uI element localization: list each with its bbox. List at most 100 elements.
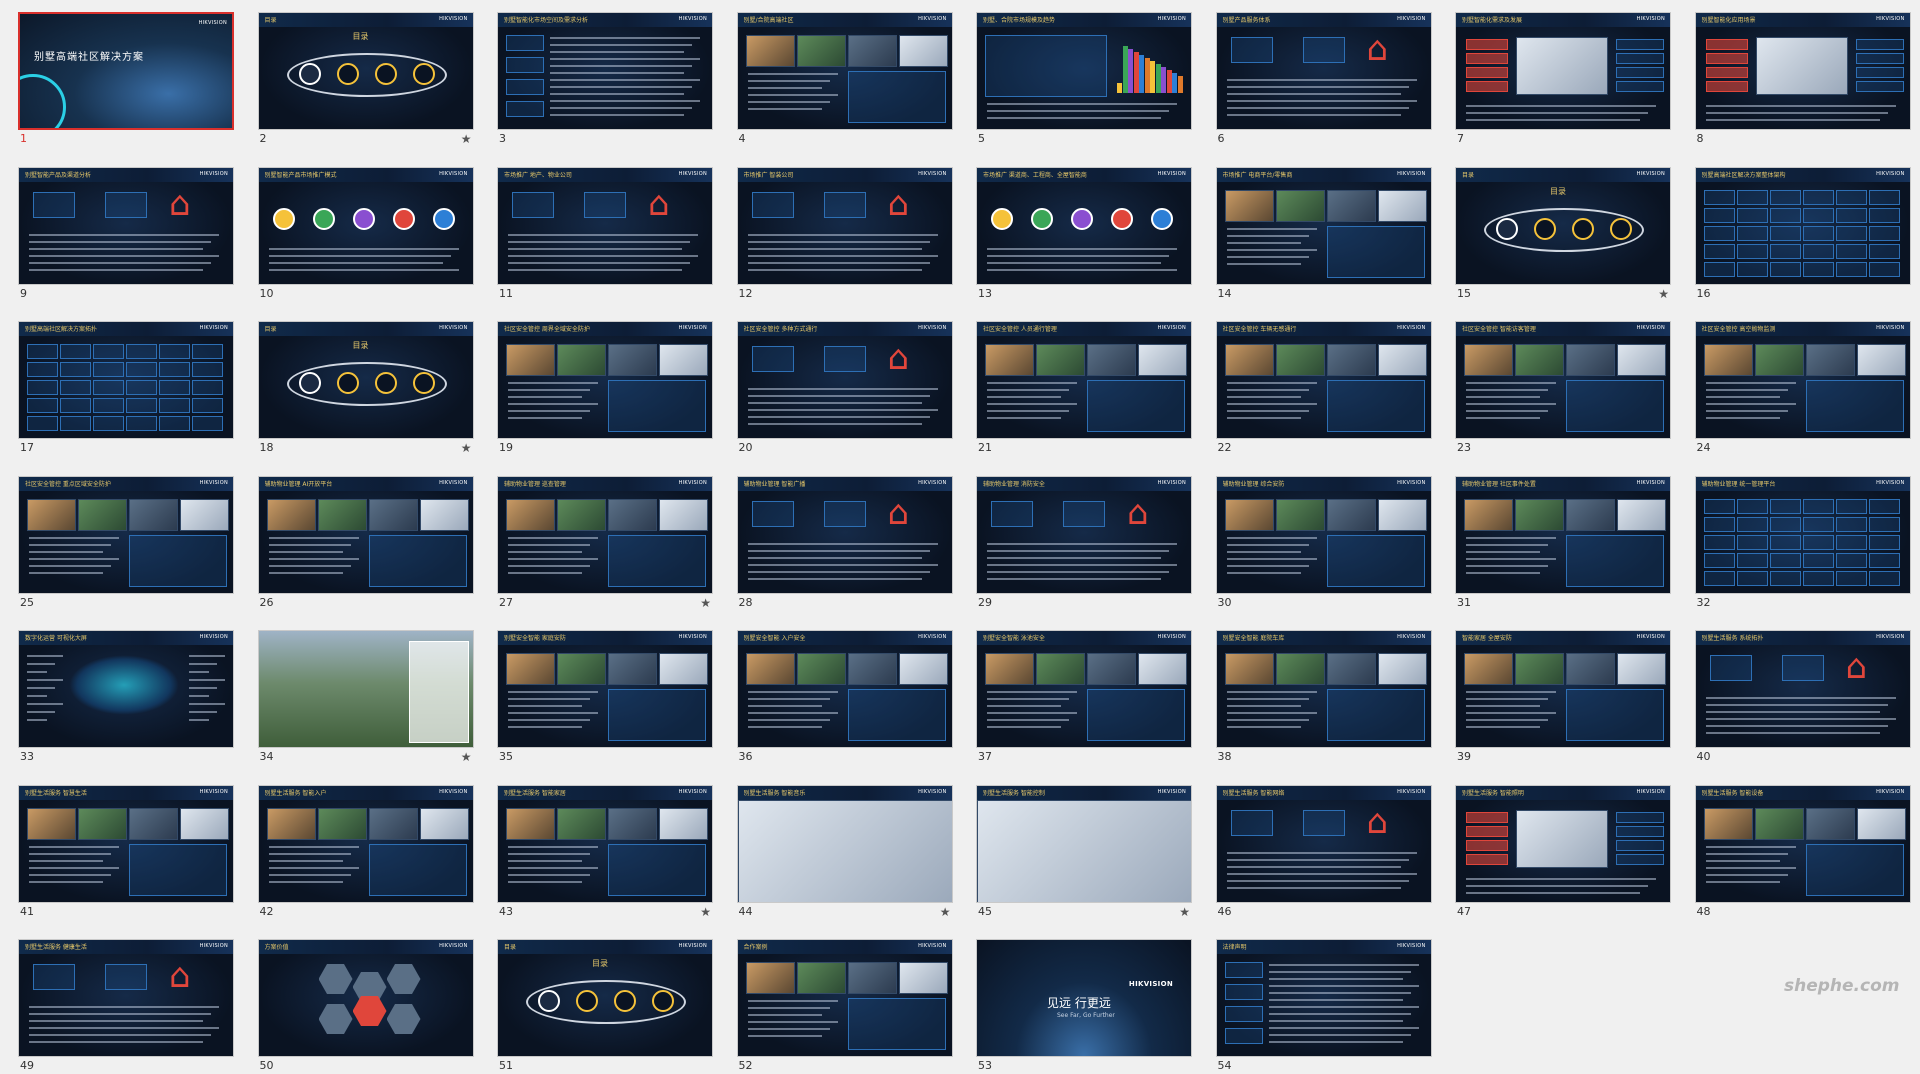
slide-preview[interactable]: 别墅安全智能 庭院车库 HIKVISION (1215, 630, 1432, 748)
slide-preview[interactable]: 别墅生活服务 智能家居 HIKVISION (497, 784, 713, 903)
slide-preview[interactable]: 目录 HIKVISION 目录 (497, 939, 713, 1057)
slide-thumbnail[interactable]: 别墅生活服务 智慧生活 HIKVISION 41 (18, 784, 236, 920)
slide-thumbnail[interactable]: 社区安全管控 周界全域安全防护 HIKVISION 19 (497, 321, 715, 456)
slide-preview[interactable]: 别墅生活服务 智能网络 HIKVISION ⌂ (1215, 784, 1432, 903)
slide-thumbnail[interactable]: 方案价值 HIKVISION 50 (257, 939, 476, 1074)
slide-preview[interactable]: 辅助物业管理 社区事件处置 HIKVISION (1455, 475, 1671, 594)
slide-preview[interactable]: HIKVISION 见远 行更远 See Far, Go Further (976, 939, 1192, 1057)
slide-preview[interactable]: 别墅智能产品市场推广模式 HIKVISION (257, 166, 474, 285)
slide-thumbnail[interactable]: 别墅生活服务 健康生活 HIKVISION ⌂ 49 (18, 939, 236, 1074)
slide-thumbnail[interactable]: 合作案例 HIKVISION 52 (736, 939, 955, 1074)
slide-preview[interactable]: 辅助物业管理 消防安全 HIKVISION ⌂ (976, 475, 1192, 594)
slide-preview[interactable]: 辅助物业管理 巡查管理 HIKVISION (497, 475, 713, 594)
slide-thumbnail[interactable]: 市场推广 渠道商、工程商、全屋智能商 HIKVISION 13 (976, 166, 1194, 302)
slide-preview[interactable]: 别墅生活服务 系统拓扑 HIKVISION ⌂ (1694, 630, 1911, 748)
slide-preview[interactable]: 别墅安全智能 入户安全 HIKVISION (736, 630, 953, 748)
slide-thumbnail[interactable]: 别墅安全智能 家庭安防 HIKVISION 35 (497, 630, 715, 765)
slide-preview[interactable]: 别墅生活服务 智能设备 HIKVISION (1694, 784, 1911, 903)
slide-thumbnail[interactable]: 别墅智能化应用场景 HIKVISION 8 (1694, 12, 1913, 147)
slide-preview[interactable]: 法律声明 HIKVISION (1215, 939, 1432, 1057)
slide-thumbnail[interactable]: 辅助物业管理 消防安全 HIKVISION ⌂ 29 (976, 475, 1194, 611)
slide-preview[interactable]: 智能家居 全屋安防 HIKVISION (1455, 630, 1671, 748)
slide-thumbnail[interactable]: 目录 HIKVISION 目录 2 ★ (257, 12, 476, 147)
slide-preview[interactable]: 别墅生活服务 智能入户 HIKVISION (257, 784, 474, 903)
slide-preview[interactable]: 社区安全管控 多种方式通行 HIKVISION ⌂ (736, 321, 953, 439)
slide-preview[interactable]: 目录 HIKVISION 目录 (257, 12, 474, 130)
slide-thumbnail[interactable]: 社区安全管控 多种方式通行 HIKVISION ⌂ 20 (736, 321, 955, 456)
slide-thumbnail[interactable]: 别墅智能产品市场推广模式 HIKVISION 10 (257, 166, 476, 302)
slide-thumbnail[interactable]: 别墅智能化市场空间及需求分析 HIKVISION 3 (497, 12, 715, 147)
slide-thumbnail[interactable]: 辅助物业管理 巡查管理 HIKVISION 27 ★ (497, 475, 715, 611)
slide-thumbnail[interactable]: 目录 HIKVISION 目录 18 ★ (257, 321, 476, 456)
slide-preview[interactable]: 目录 HIKVISION 目录 (1455, 166, 1671, 285)
slide-preview[interactable]: 别墅智能化需求及发展 HIKVISION (1455, 12, 1671, 130)
slide-preview[interactable]: 别墅、合院市场规模及趋势 HIKVISION (976, 12, 1192, 130)
slide-preview[interactable]: 别墅安全智能 家庭安防 HIKVISION (497, 630, 713, 748)
slide-preview[interactable]: 社区安全管控 周界全域安全防护 HIKVISION (497, 321, 713, 439)
slide-thumbnail[interactable]: 别墅生活服务 智能设备 HIKVISION 48 (1694, 784, 1913, 920)
slide-thumbnail[interactable]: 目录 HIKVISION 目录 15 ★ (1455, 166, 1673, 302)
slide-thumbnail[interactable]: 社区安全管控 智能访客管理 HIKVISION 23 (1455, 321, 1673, 456)
slide-thumbnail[interactable]: 别墅智能产品及渠道分析 HIKVISION ⌂ 9 (18, 166, 236, 302)
slide-thumbnail[interactable]: 辅助物业管理 社区事件处置 HIKVISION 31 (1455, 475, 1673, 611)
slide-thumbnail[interactable]: 别墅智能化需求及发展 HIKVISION 7 (1455, 12, 1673, 147)
slide-preview[interactable]: 目录 HIKVISION 目录 (257, 321, 474, 439)
slide-preview[interactable]: 社区安全管控 智能访客管理 HIKVISION (1455, 321, 1671, 439)
slide-thumbnail[interactable]: 别墅/合院高端社区 HIKVISION 4 (736, 12, 955, 147)
slide-thumbnail[interactable]: 社区安全管控 重点区域安全防护 HIKVISION 25 (18, 475, 236, 611)
slide-thumbnail[interactable]: 智能家居 全屋安防 HIKVISION 39 (1455, 630, 1673, 765)
slide-preview[interactable]: 社区安全管控 重点区域安全防护 HIKVISION (18, 475, 234, 594)
slide-thumbnail[interactable]: 辅助物业管理 AI开放平台 HIKVISION 26 (257, 475, 476, 611)
slide-preview[interactable]: 别墅生活服务 智慧生活 HIKVISION (18, 784, 234, 903)
slide-thumbnail[interactable]: 别墅生活服务 智能照明 HIKVISION 47 (1455, 784, 1673, 920)
slide-thumbnail[interactable]: 别墅高端社区解决方案整体架构 HIKVISION 16 (1694, 166, 1913, 302)
slide-preview[interactable]: 辅助物业管理 综合安防 HIKVISION (1215, 475, 1432, 594)
slide-thumbnail[interactable]: 别墅安全智能 庭院车库 HIKVISION 38 (1215, 630, 1434, 765)
slide-thumbnail[interactable]: 社区安全管控 车辆无感通行 HIKVISION 22 (1215, 321, 1434, 456)
slide-preview[interactable]: 市场推广 渠道商、工程商、全屋智能商 HIKVISION (976, 166, 1192, 285)
slide-preview[interactable]: 别墅生活服务 智能音乐 HIKVISION (736, 784, 953, 903)
slide-preview[interactable]: HIKVISION 别墅高端社区解决方案 (18, 12, 234, 130)
slide-thumbnail[interactable]: 市场推广 智装公司 HIKVISION ⌂ 12 (736, 166, 955, 302)
slide-preview[interactable]: 别墅安全智能 泳池安全 HIKVISION (976, 630, 1192, 748)
slide-preview[interactable]: 别墅高端社区解决方案拓扑 HIKVISION (18, 321, 234, 439)
slide-thumbnail[interactable]: 别墅生活服务 智能家居 HIKVISION 43 ★ (497, 784, 715, 920)
slide-preview[interactable]: 方案价值 HIKVISION (257, 939, 474, 1057)
slide-preview[interactable]: 别墅智能产品及渠道分析 HIKVISION ⌂ (18, 166, 234, 285)
slide-preview[interactable]: 辅助物业管理 统一管理平台 HIKVISION (1694, 475, 1911, 594)
slide-thumbnail[interactable]: 别墅高端社区解决方案拓扑 HIKVISION 17 (18, 321, 236, 456)
slide-preview[interactable]: 社区安全管控 车辆无感通行 HIKVISION (1215, 321, 1432, 439)
slide-preview[interactable]: 市场推广 地产、物业公司 HIKVISION ⌂ (497, 166, 713, 285)
slide-preview[interactable]: 别墅智能化应用场景 HIKVISION (1694, 12, 1911, 130)
slide-thumbnail[interactable]: 别墅产品服务体系 HIKVISION ⌂ 6 (1215, 12, 1434, 147)
slide-thumbnail[interactable]: 别墅生活服务 智能控制 HIKVISION 45 ★ (976, 784, 1194, 920)
slide-preview[interactable] (257, 630, 474, 748)
slide-thumbnail[interactable]: 别墅生活服务 系统拓扑 HIKVISION ⌂ 40 (1694, 630, 1913, 765)
slide-thumbnail[interactable]: 别墅生活服务 智能入户 HIKVISION 42 (257, 784, 476, 920)
slide-thumbnail[interactable]: 辅助物业管理 统一管理平台 HIKVISION 32 (1694, 475, 1913, 611)
slide-thumbnail[interactable]: 市场推广 电商平台/零售商 HIKVISION 14 (1215, 166, 1434, 302)
slide-preview[interactable]: 别墅生活服务 健康生活 HIKVISION ⌂ (18, 939, 234, 1057)
slide-thumbnail[interactable]: 别墅生活服务 智能音乐 HIKVISION 44 ★ (736, 784, 955, 920)
slide-preview[interactable]: 别墅产品服务体系 HIKVISION ⌂ (1215, 12, 1432, 130)
slide-thumbnail[interactable]: 34 ★ (257, 630, 476, 765)
slide-thumbnail[interactable]: 法律声明 HIKVISION 54 (1215, 939, 1434, 1074)
slide-preview[interactable]: 合作案例 HIKVISION (736, 939, 953, 1057)
slide-preview[interactable]: 辅助物业管理 AI开放平台 HIKVISION (257, 475, 474, 594)
slide-thumbnail[interactable]: 市场推广 地产、物业公司 HIKVISION ⌂ 11 (497, 166, 715, 302)
slide-thumbnail[interactable]: 别墅、合院市场规模及趋势 HIKVISION 5 (976, 12, 1194, 147)
slide-thumbnail[interactable]: 辅助物业管理 智能广播 HIKVISION ⌂ 28 (736, 475, 955, 611)
slide-preview[interactable]: 别墅生活服务 智能照明 HIKVISION (1455, 784, 1671, 903)
slide-thumbnail[interactable]: 社区安全管控 人员通行管理 HIKVISION 21 (976, 321, 1194, 456)
slide-thumbnail[interactable]: 辅助物业管理 综合安防 HIKVISION 30 (1215, 475, 1434, 611)
slide-thumbnail[interactable]: 别墅安全智能 泳池安全 HIKVISION 37 (976, 630, 1194, 765)
slide-thumbnail[interactable]: 目录 HIKVISION 目录 51 (497, 939, 715, 1074)
slide-preview[interactable]: 社区安全管控 人员通行管理 HIKVISION (976, 321, 1192, 439)
slide-thumbnail[interactable]: 数字化运营 可视化大屏 HIKVISION 33 (18, 630, 236, 765)
slide-thumbnail[interactable]: 社区安全管控 高空抛物监测 HIKVISION 24 (1694, 321, 1913, 456)
slide-thumbnail[interactable]: HIKVISION 见远 行更远 See Far, Go Further 53 (976, 939, 1194, 1074)
slide-thumbnail[interactable]: HIKVISION 别墅高端社区解决方案 1 (18, 12, 236, 147)
slide-thumbnail[interactable]: 别墅安全智能 入户安全 HIKVISION 36 (736, 630, 955, 765)
slide-thumbnail[interactable]: 别墅生活服务 智能网络 HIKVISION ⌂ 46 (1215, 784, 1434, 920)
slide-preview[interactable]: 数字化运营 可视化大屏 HIKVISION (18, 630, 234, 748)
